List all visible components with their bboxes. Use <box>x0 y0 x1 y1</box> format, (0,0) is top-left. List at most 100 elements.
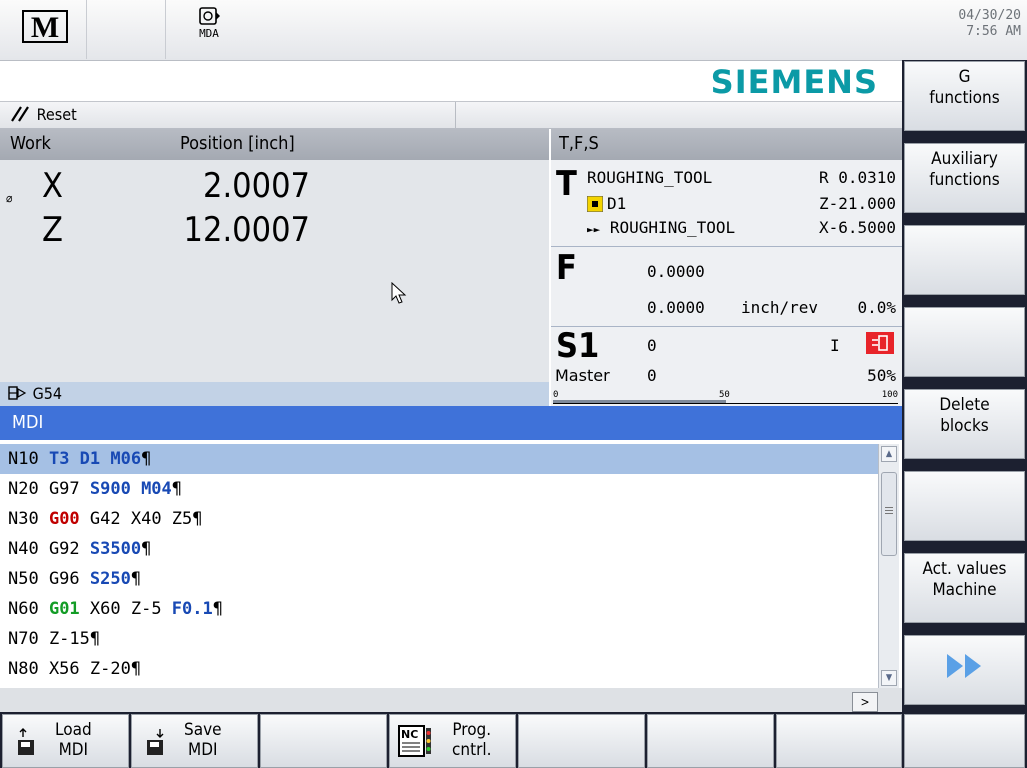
code-token: N70 Z-15¶ <box>8 629 101 649</box>
scroll-up-icon[interactable]: ▲ <box>881 446 897 462</box>
right-softkey-3[interactable] <box>904 225 1025 295</box>
softkey-label: Prog. <box>452 720 492 740</box>
status-divider <box>455 102 456 128</box>
softkey-label: Save <box>184 720 222 740</box>
softkey-label: Machine <box>932 580 997 600</box>
axis-x-value: 2.0007 <box>203 166 310 206</box>
bottom-softkey-7[interactable] <box>776 714 902 768</box>
bottom-softkey-8[interactable] <box>904 714 1025 768</box>
mdi-scrollbar[interactable]: ▲ ▼ <box>878 444 899 688</box>
mda-mode-button[interactable]: MDA <box>87 0 220 59</box>
tfs-panel[interactable]: T ROUGHING_TOOL R 0.0310 D1 Z-21.000 ►► … <box>551 160 902 406</box>
code-token: N40 G92 <box>8 539 90 559</box>
mdi-header: MDI <box>0 406 902 440</box>
machine-m-icon: M <box>22 8 68 44</box>
time-text: 7:56 AM <box>966 24 1021 39</box>
scale-max: 100 <box>881 390 898 400</box>
mdi-code-line[interactable]: N40 G92 S3500¶ <box>8 534 151 564</box>
brand-row: SIEMENS <box>0 61 902 102</box>
frame-row: G54 <box>0 382 549 406</box>
scroll-thumb[interactable] <box>881 472 897 556</box>
tool-name: ROUGHING_TOOL <box>587 168 713 187</box>
code-token: N80 X56 Z-20¶ <box>8 659 142 679</box>
mdi-code-line[interactable]: N10 T3 D1 M06¶ <box>0 444 878 474</box>
right-softkey-2[interactable]: Auxiliary functions <box>904 143 1025 213</box>
softkey-label: blocks <box>940 416 989 436</box>
date-text: 04/30/20 <box>958 8 1021 23</box>
position-column-label: Position [inch] <box>180 133 295 154</box>
bottom-softkey-6[interactable] <box>647 714 774 768</box>
code-token: N20 G97 <box>8 479 90 499</box>
mouse-cursor-icon <box>391 281 407 308</box>
scroll-right-icon: > <box>860 695 870 709</box>
scale-min: 0 <box>553 390 559 400</box>
softkey-label: Load <box>55 720 92 740</box>
mdi-code-line[interactable]: N50 G96 S250¶ <box>8 564 141 594</box>
mdi-code-line[interactable]: N60 G01 X60 Z-5 F0.1¶ <box>8 594 223 624</box>
code-token: ¶ <box>171 479 183 499</box>
tool-x-offset: X-6.5000 <box>818 218 896 237</box>
code-token: S900 M04 <box>89 479 172 499</box>
bottom-softkey-5[interactable] <box>518 714 645 768</box>
right-softkey-5[interactable]: Delete blocks <box>904 389 1025 459</box>
code-token: ¶ <box>141 449 152 469</box>
diameter-icon: ⌀ <box>6 191 13 205</box>
softkey-text: Load MDI <box>55 720 92 760</box>
scroll-down-icon[interactable]: ▼ <box>881 670 897 686</box>
frame-text: G54 <box>32 384 63 403</box>
code-token: T3 D1 M06 <box>48 449 142 469</box>
code-token: N60 <box>8 599 49 619</box>
right-softkey-1[interactable]: Gfunctions <box>904 61 1025 131</box>
bottom-softkey-3[interactable] <box>260 714 387 768</box>
mdi-code-line[interactable]: N30 G00 G42 X40 Z5¶ <box>8 504 203 534</box>
next-tool-arrow-icon: ►► <box>587 223 601 236</box>
axis-x-name: X <box>42 166 63 206</box>
mdi-code-line[interactable]: N70 Z-15¶ <box>8 624 100 654</box>
spindle-override: 50% <box>867 366 896 385</box>
code-token: ¶ <box>141 539 152 559</box>
right-softkey-8[interactable] <box>904 635 1025 705</box>
softkey-label: MDI <box>58 740 89 760</box>
machine-area-button[interactable]: M <box>0 0 87 59</box>
save-disk-icon <box>146 727 166 762</box>
right-softkey-4[interactable] <box>904 307 1025 377</box>
mdi-code-line[interactable]: N20 G97 S900 M04¶ <box>8 474 182 504</box>
right-softkey-7[interactable]: Act. values Machine <box>904 553 1025 623</box>
reset-slash-icon <box>11 106 29 122</box>
tool-d-icon <box>586 195 604 216</box>
mdi-code-line[interactable]: N80 X56 Z-20¶ <box>8 654 141 684</box>
mda-icon <box>199 7 220 25</box>
mda-mode-indicator: MDA <box>189 6 229 40</box>
work-positions[interactable]: ⌀ X 2.0007 Z 12.0007 <box>0 160 549 382</box>
mdi-editor[interactable]: N10 T3 D1 M06¶ N20 G97 S900 M04¶ N30 G00 G… <box>0 444 878 688</box>
tfs-divider <box>551 246 902 247</box>
scroll-right-button[interactable]: > <box>852 692 878 712</box>
softkey-text: Prog. cntrl. <box>452 720 492 760</box>
channel-status: Reset <box>10 105 77 124</box>
next-tool-name: ROUGHING_TOOL <box>609 218 736 237</box>
softkey-label: Act. values <box>922 559 1007 579</box>
code-token: N30 <box>8 509 49 529</box>
svg-text:M: M <box>31 11 59 44</box>
right-softkey-6[interactable] <box>904 471 1025 541</box>
bottom-softkey-4[interactable]: NC Prog. cntrl. <box>389 714 516 768</box>
scale-mid: 50 <box>719 390 730 400</box>
softkey-label: cntrl. <box>452 740 492 760</box>
work-panel-header: Work Position [inch] <box>0 128 549 160</box>
softkey-label: Delete <box>939 395 990 415</box>
bottom-softkey-1[interactable]: Load MDI <box>2 714 129 768</box>
tool-radius: R 0.0310 <box>818 168 896 187</box>
axis-z-value: 12.0007 <box>183 210 310 250</box>
feed-actual: 0.0000 <box>647 262 705 281</box>
d-number: D1 <box>607 194 627 213</box>
softkey-label: G <box>958 67 971 87</box>
code-token: N10 <box>8 449 49 469</box>
channel-status-text: Reset <box>36 105 77 124</box>
spindle-direction: I <box>830 336 840 355</box>
bottom-softkey-2[interactable]: Save MDI <box>131 714 258 768</box>
axis-z-name: Z <box>42 210 63 250</box>
softkey-label: functions <box>929 170 1000 190</box>
work-column-label: Work <box>10 133 51 154</box>
nc-program-icon: NC <box>398 724 434 763</box>
feed-override: 0.0% <box>857 298 896 317</box>
